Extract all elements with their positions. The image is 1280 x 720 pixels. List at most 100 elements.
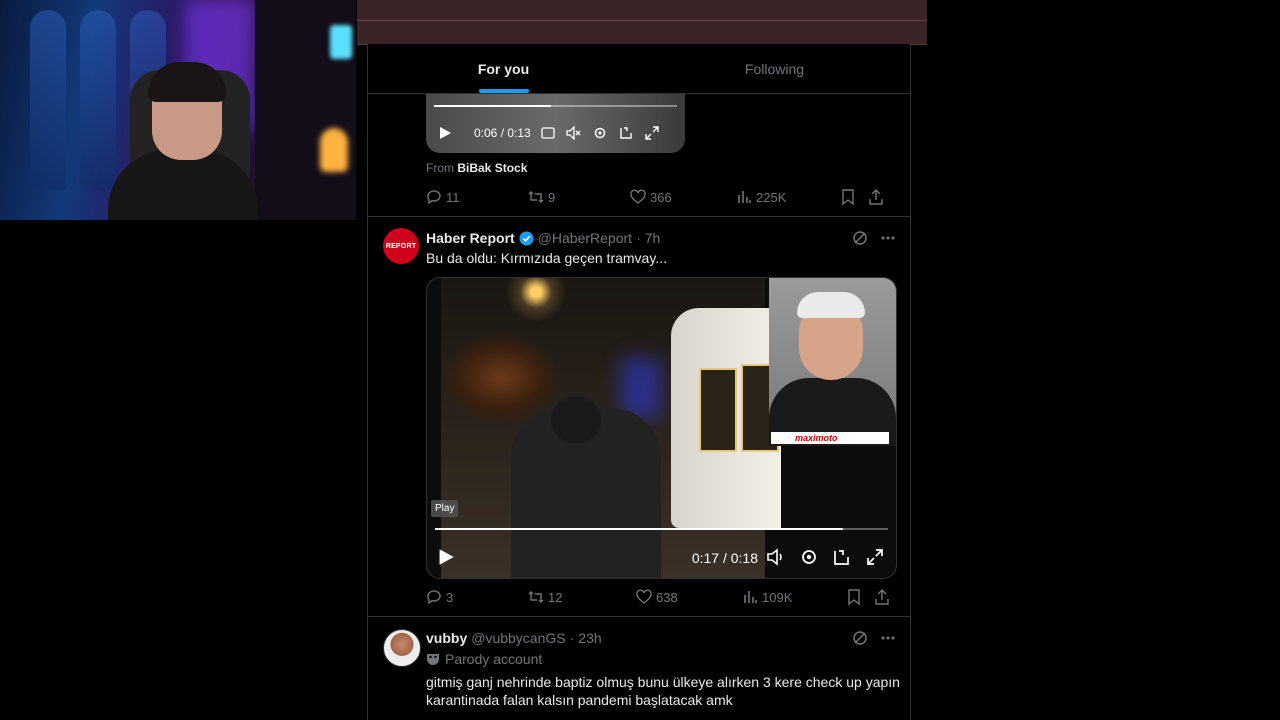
timeline-column: For you Following 0:06 / 0:13 From BiBak… (367, 44, 911, 720)
share-button[interactable] (868, 189, 884, 205)
video-control-icons (767, 548, 884, 566)
video-frame-main (441, 278, 781, 578)
author-handle[interactable]: @HaberReport (538, 230, 632, 246)
mute-icon[interactable] (565, 124, 583, 142)
share-icon (875, 589, 889, 605)
reply-count: 11 (446, 189, 460, 205)
tweet3-header-actions (852, 630, 896, 646)
separator-dot: · (636, 230, 641, 246)
from-prefix: From (426, 161, 454, 175)
video-source-attribution: From BiBak Stock (426, 161, 527, 175)
video-tram (671, 308, 781, 528)
like-count: 638 (656, 589, 678, 605)
tab-for-you-label: For you (477, 60, 530, 77)
top-bar (357, 0, 927, 45)
like-button[interactable]: 638 (636, 589, 742, 605)
video-inset-presenter: maximoto (769, 278, 896, 446)
author-name[interactable]: vubby (426, 630, 467, 646)
repost-count: 9 (548, 189, 556, 205)
view-count: 109K (762, 589, 793, 605)
bookmark-button[interactable] (840, 189, 868, 205)
more-options-icon[interactable] (880, 230, 896, 246)
settings-gear-icon[interactable] (800, 548, 818, 566)
inset-logo: maximoto (771, 432, 889, 444)
repost-button[interactable]: 9 (528, 189, 630, 205)
tab-following-label: Following (744, 60, 805, 77)
more-options-icon[interactable] (880, 630, 896, 646)
bookmark-icon (848, 589, 860, 605)
tweet3-text: gitmiş ganj nehrinde baptiz olmuş bunu ü… (426, 673, 900, 709)
bookmark-button[interactable] (846, 589, 874, 605)
reply-icon (427, 590, 441, 605)
picture-in-picture-icon[interactable] (833, 548, 851, 566)
tweet3-header: vubby @vubbycanGS · 23h (426, 630, 602, 646)
play-icon[interactable] (436, 124, 454, 142)
author-name[interactable]: Haber Report (426, 230, 515, 246)
reply-button[interactable]: 11 (426, 189, 528, 205)
post-time[interactable]: 23h (578, 630, 601, 646)
author-handle[interactable]: @vubbycanGS (471, 630, 565, 646)
lamp-light (320, 128, 348, 172)
share-icon (869, 189, 883, 205)
tweet2-video-controls: 0:17 / 0:18 (427, 546, 896, 570)
volume-icon[interactable] (767, 548, 785, 566)
bookmark-icon (842, 189, 854, 205)
tab-for-you[interactable]: For you (368, 44, 639, 93)
tweet1-actions: 11 9 366 225K (426, 187, 896, 207)
separator-dot: · (569, 630, 575, 646)
tweet2-video-progress-fill (435, 528, 843, 530)
timeline-tabs: For you Following (368, 44, 910, 94)
like-count: 366 (650, 189, 672, 205)
tweet2-video-progress[interactable] (435, 528, 888, 530)
picture-in-picture-icon[interactable] (617, 124, 635, 142)
neon-light (330, 25, 352, 59)
share-button[interactable] (874, 589, 890, 605)
vubby-avatar[interactable] (383, 629, 421, 667)
tweet2-header-actions (852, 230, 896, 246)
repost-button[interactable]: 12 (528, 589, 636, 605)
heart-icon (630, 189, 646, 204)
views-button[interactable]: 225K (736, 189, 840, 205)
repost-icon (528, 191, 544, 203)
tweet1-video-progress[interactable] (434, 105, 677, 107)
tweet3-text-line1: gitmiş ganj nehrinde baptiz olmuş bunu ü… (426, 674, 900, 690)
reply-button[interactable]: 3 (426, 589, 528, 605)
tweet2-actions: 3 12 638 109K (426, 587, 896, 607)
verified-badge-icon (519, 230, 534, 246)
video-rider-helmet (551, 396, 601, 444)
views-button[interactable]: 109K (742, 589, 846, 605)
tweet2-text: Bu da oldu: Kırmızıda geçen tramvay... (426, 250, 667, 266)
tweet3-text-line2: karantinada falan kalsın pandemi başlata… (426, 692, 733, 708)
grok-icon[interactable] (852, 230, 868, 246)
tab-following[interactable]: Following (639, 44, 910, 93)
captions-icon[interactable] (539, 124, 557, 142)
post-time[interactable]: 7h (645, 230, 661, 246)
repost-icon (528, 591, 544, 603)
tweet2-video-player[interactable]: maximoto Play 0:17 / 0:18 (426, 277, 897, 579)
heart-icon (636, 589, 652, 604)
background-arch (80, 10, 116, 190)
play-button[interactable] (437, 548, 455, 571)
play-icon (439, 549, 454, 565)
grok-icon[interactable] (852, 630, 868, 646)
reply-icon (427, 190, 441, 205)
avatar-logo-text: REPORT (385, 242, 417, 250)
play-tooltip: Play (431, 500, 459, 517)
from-source-link[interactable]: BiBak Stock (457, 161, 527, 175)
tweet1-video[interactable]: 0:06 / 0:13 (426, 93, 685, 153)
tweet1-video-progress-fill (434, 105, 551, 107)
haber-report-avatar[interactable]: REPORT (383, 228, 419, 264)
parody-mask-icon (427, 654, 439, 665)
parody-label-text: Parody account (445, 651, 543, 667)
repost-count: 12 (548, 589, 563, 605)
fullscreen-icon[interactable] (866, 548, 884, 566)
background-arch (30, 10, 66, 190)
tweet-divider (368, 616, 910, 617)
views-chart-icon (744, 591, 757, 603)
views-chart-icon (738, 191, 751, 203)
fullscreen-icon[interactable] (643, 124, 661, 142)
settings-gear-icon[interactable] (591, 124, 609, 142)
tweet1-video-controls: 0:06 / 0:13 (426, 121, 685, 145)
tweet2-video-time: 0:17 / 0:18 (691, 550, 758, 566)
like-button[interactable]: 366 (630, 189, 736, 205)
